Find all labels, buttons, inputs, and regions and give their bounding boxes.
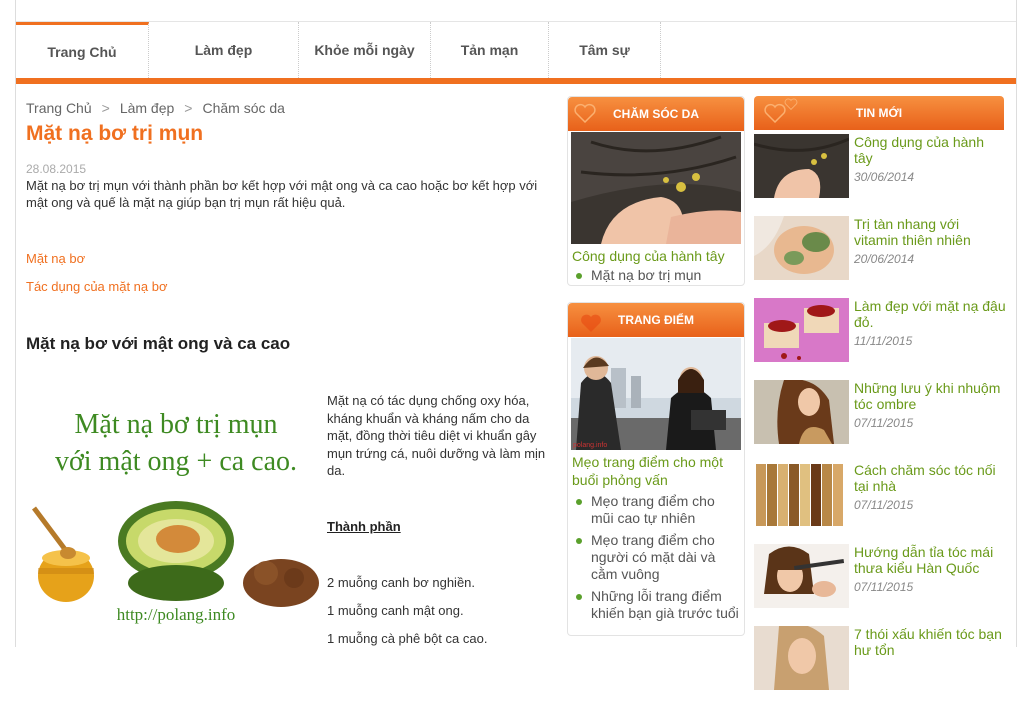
article-intro: Mặt nạ bơ trị mụn với thành phần bơ kết … — [26, 178, 538, 210]
news-item[interactable]: Công dụng của hành tây 30/06/2014 — [754, 134, 1004, 210]
list-item[interactable]: Mẹo trang điểm cho mũi cao tự nhiên — [572, 493, 740, 527]
article-body: Mặt nạ có tác dụng chống oxy hóa, kháng … — [327, 393, 546, 478]
article-image: Mặt nạ bơ trị mụn với mật ong + ca cao. … — [26, 398, 321, 630]
ingredients-heading: Thành phần — [327, 519, 401, 534]
breadcrumb-home[interactable]: Trang Chủ — [26, 100, 92, 116]
news-item[interactable]: Cách chăm sóc tóc nối tại nhà 07/11/2015 — [754, 462, 1004, 538]
news-date: 07/11/2015 — [854, 580, 914, 594]
heart-icon — [581, 314, 601, 332]
news-title[interactable]: Cách chăm sóc tóc nối tại nhà — [854, 462, 1006, 494]
trang-diem-main-link[interactable]: Mẹo trang điểm cho một buổi phỏng vấn — [572, 454, 723, 488]
news-thumbnail[interactable] — [754, 298, 849, 362]
breadcrumb-lam-dep[interactable]: Làm đẹp — [120, 100, 174, 116]
nav-item-home[interactable]: Trang Chủ — [16, 22, 149, 78]
trang-diem-header: TRANG ĐIỂM — [568, 303, 744, 337]
heart-icon — [784, 98, 798, 110]
news-title[interactable]: Làm đẹp với mặt nạ đậu đỏ. — [854, 298, 1006, 330]
nav-item-lam-dep[interactable]: Làm đẹp — [149, 22, 299, 78]
list-item-label: Mặt nạ bơ trị mụn — [591, 267, 702, 283]
news-thumbnail[interactable] — [754, 380, 849, 444]
nav-item-tam-su[interactable]: Tâm sự — [549, 22, 661, 78]
heart-icon — [574, 103, 596, 123]
image-watermark-url: http://polang.info — [117, 605, 236, 624]
list-item-label: Mẹo trang điểm cho mũi cao tự nhiên — [591, 493, 715, 526]
cham-soc-da-header: CHĂM SÓC DA — [568, 97, 744, 131]
news-date: 20/06/2014 — [854, 252, 915, 266]
list-item[interactable]: Mẹo trang điểm cho người có mặt dài và c… — [572, 532, 740, 583]
news-item[interactable]: 7 thói xấu khiến tóc bạn hư tổn — [754, 626, 1004, 702]
tin-moi-box: TIN MỚI Công dụng của hành tây 30/06/201… — [754, 96, 1006, 690]
bullet-icon — [576, 594, 582, 600]
article-subheading: Mặt nạ bơ với mật ong và ca cao — [26, 334, 291, 353]
bullet-icon — [576, 499, 582, 505]
news-date: 07/11/2015 — [854, 416, 914, 430]
cham-soc-da-title: CHĂM SÓC DA — [613, 107, 699, 121]
news-thumbnail[interactable] — [754, 626, 849, 690]
related-link-mat-na-bo[interactable]: Mặt nạ bơ — [26, 251, 85, 266]
trang-diem-image[interactable]: polang.info — [571, 338, 741, 450]
nav-item-khoe-moi-ngay[interactable]: Khỏe mỗi ngày — [299, 22, 431, 78]
trang-diem-title: TRANG ĐIỂM — [618, 313, 694, 327]
trang-diem-box: TRANG ĐIỂM polang.info Mẹo trang điểm ch… — [567, 302, 745, 636]
main-nav: Trang Chủ Làm đẹp Khỏe mỗi ngày Tản mạn … — [16, 22, 1016, 78]
breadcrumb: Trang Chủ > Làm đẹp > Chăm sóc da — [26, 100, 285, 116]
news-title[interactable]: 7 thói xấu khiến tóc bạn hư tổn — [854, 626, 1006, 658]
tin-moi-title: TIN MỚI — [855, 106, 903, 120]
ingredient-item: 1 muỗng canh mật ong. — [327, 603, 464, 618]
news-date: 30/06/2014 — [854, 170, 915, 184]
nav-divider — [16, 78, 1016, 84]
image-caption-line1: Mặt nạ bơ trị mụn — [75, 409, 278, 440]
article-title: Mặt nạ bơ trị mụn — [26, 122, 204, 145]
related-link-tac-dung[interactable]: Tác dụng của mặt nạ bơ — [26, 279, 168, 294]
nav-item-tan-man[interactable]: Tản mạn — [431, 22, 549, 78]
breadcrumb-cham-soc-da[interactable]: Chăm sóc da — [202, 100, 284, 116]
list-item[interactable]: Mặt nạ bơ trị mụn — [572, 267, 740, 284]
list-item[interactable]: Những lỗi trang điểm khiến bạn già trước… — [572, 588, 740, 622]
news-title[interactable]: Công dụng của hành tây — [854, 134, 1006, 166]
page: Trang Chủ Làm đẹp Khỏe mỗi ngày Tản mạn … — [15, 0, 1017, 690]
tin-moi-header: TIN MỚI — [754, 96, 1004, 130]
top-bar — [16, 0, 1016, 22]
article-date: 28.08.2015 — [26, 162, 87, 176]
news-item[interactable]: Làm đẹp với mặt nạ đậu đỏ. 11/11/2015 — [754, 298, 1006, 374]
news-title[interactable]: Hướng dẫn tỉa tóc mái thưa kiểu Hàn Quốc — [854, 544, 1006, 576]
news-item[interactable]: Hướng dẫn tỉa tóc mái thưa kiểu Hàn Quốc… — [754, 544, 1004, 620]
list-item-label: Những lỗi trang điểm khiến bạn già trước… — [591, 588, 739, 621]
cham-soc-da-box: CHĂM SÓC DA Công dụng của hành tây Mặt n… — [567, 96, 745, 286]
ingredient-item: 2 muỗng canh bơ nghiền. — [327, 575, 476, 590]
list-item-label: Mẹo trang điểm cho người có mặt dài và c… — [591, 532, 716, 582]
news-thumbnail[interactable] — [754, 462, 849, 526]
news-title[interactable]: Trị tàn nhang với vitamin thiên nhiên — [854, 216, 1006, 248]
ingredient-item: 1 muỗng cà phê bột ca cao. — [327, 631, 488, 646]
breadcrumb-separator-icon: > — [184, 100, 193, 116]
trang-diem-watermark: polang.info — [573, 442, 608, 449]
cham-soc-da-main-link[interactable]: Công dụng của hành tây — [572, 248, 725, 264]
breadcrumb-separator-icon: > — [101, 100, 110, 116]
news-thumbnail[interactable] — [754, 134, 849, 198]
news-thumbnail[interactable] — [754, 544, 849, 608]
news-item[interactable]: Trị tàn nhang với vitamin thiên nhiên 20… — [754, 216, 1004, 292]
bullet-icon — [576, 538, 582, 544]
news-date: 07/11/2015 — [854, 498, 914, 512]
news-item[interactable]: Những lưu ý khi nhuộm tóc ombre 07/11/20… — [754, 380, 1004, 456]
bullet-icon — [576, 273, 582, 279]
news-thumbnail[interactable] — [754, 216, 849, 280]
cham-soc-da-image[interactable] — [571, 132, 741, 244]
news-title[interactable]: Những lưu ý khi nhuộm tóc ombre — [854, 380, 1006, 412]
news-date: 11/11/2015 — [854, 334, 913, 348]
heart-icon — [764, 103, 786, 123]
image-caption-line2: với mật ong + ca cao. — [55, 446, 297, 477]
